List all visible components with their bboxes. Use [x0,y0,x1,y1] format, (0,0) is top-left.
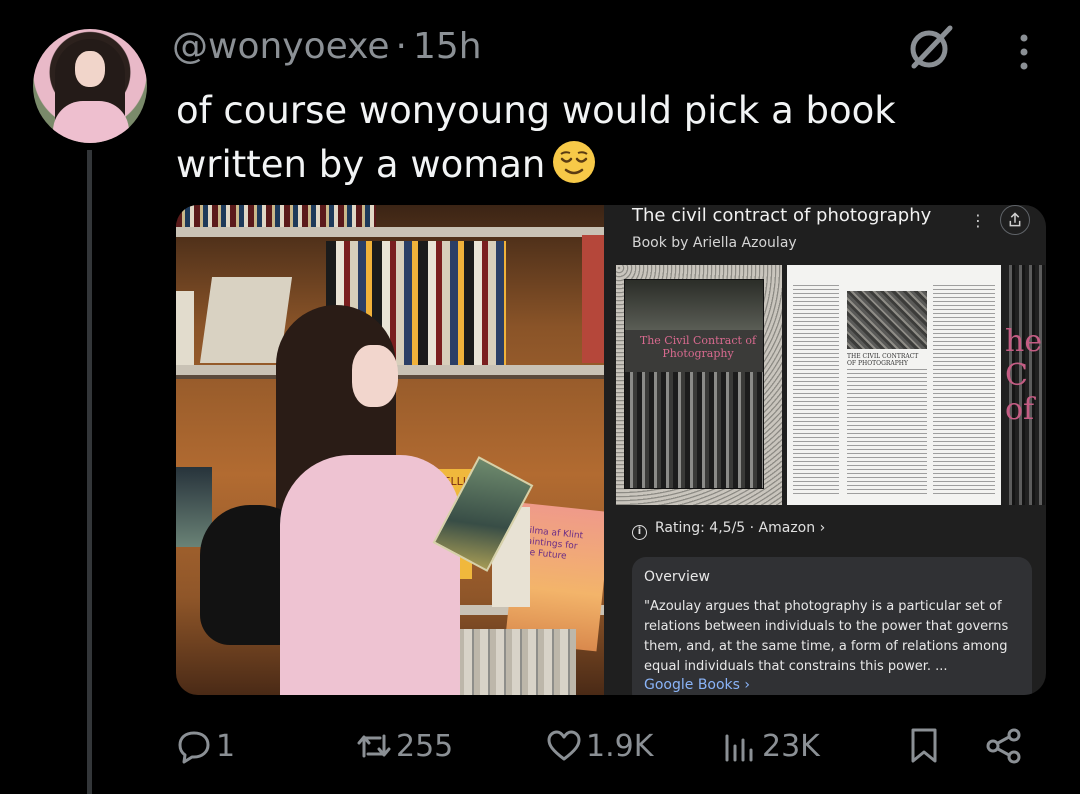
overview-text: "Azoulay argues that photography is a pa… [644,599,1009,674]
tweet-body: of course wonyoung would pick a book wri… [176,89,896,186]
book-label: Hilma af Klint Paintings for the Future [519,525,584,562]
avatar-face [75,51,105,87]
book-title[interactable]: The civil contract of photography [632,205,931,226]
overview-heading: Overview [644,569,710,585]
thread-line [87,150,92,794]
like-button[interactable]: 1.9K [546,722,653,770]
views-chart-icon [725,734,753,762]
cover-crowd [625,372,763,488]
bookstore-photo[interactable]: KOUNELLIS Hilma af Klint Paintings for t… [176,205,604,695]
reply-button[interactable]: 1 [176,722,235,770]
kp-menu-icon[interactable]: ⋮ [970,211,986,230]
tweet-actions: 1 255 1.9K 23K [176,722,1036,772]
pink-sweater [280,455,460,695]
more-options-icon[interactable] [1014,32,1034,72]
repost-icon [357,734,391,758]
tweet-text: of course wonyoung would pick a book wri… [176,84,996,192]
google-books-link[interactable]: Google Books › [644,677,750,693]
book-cover [176,291,194,365]
cover-title: The Civil Contract of Photography [639,334,757,360]
overview-card: Overview "Azoulay argues that photograph… [632,557,1032,695]
tweet-time[interactable]: 15h [413,26,482,67]
cover: The Civil Contract of Photography [624,279,764,489]
book-cover-image[interactable]: The Civil Contract of Photography [616,265,782,505]
rating-row[interactable]: i Rating: 4,5/5 · Amazon › [632,520,825,540]
heart-icon [547,730,581,761]
tweet-media[interactable]: KOUNELLIS Hilma af Klint Paintings for t… [176,205,1046,695]
book-page-image[interactable]: THE CIVIL CONTRACT OF PHOTOGRAPHY [787,265,1001,505]
google-knowledge-panel[interactable]: The civil contract of photography Book b… [604,205,1046,695]
user-handle[interactable]: @wonyoexe [172,26,389,67]
page-heading: THE CIVIL CONTRACT OF PHOTOGRAPHY [847,353,919,367]
share-icon[interactable] [1000,205,1030,235]
info-icon: i [632,525,647,540]
book-cover [582,235,604,363]
partial-cover-text: he C of [1005,324,1043,427]
page-text-column [933,285,995,495]
book-images[interactable]: The Civil Contract of Photography THE CI… [616,265,1046,505]
book-row [176,205,376,227]
page-text-column [847,369,927,495]
avatar-sweater [53,101,129,143]
like-count: 1.9K [586,728,654,764]
cover-landscape [625,280,763,330]
views-button[interactable]: 23K [722,722,820,770]
book-author: Book by Ariella Azoulay [632,235,797,251]
girl-face [352,345,398,407]
reply-count: 1 [216,728,236,764]
reply-icon [178,731,210,764]
relieved-face-emoji-icon [553,141,596,183]
rating-text: Rating: 4,5/5 · Amazon › [655,520,826,536]
bookmark-icon[interactable] [906,726,942,766]
share-network-icon[interactable] [984,726,1024,766]
header-separator: · [395,26,407,67]
page-photo [847,291,927,349]
repost-button[interactable]: 255 [356,722,453,770]
shelf [176,227,604,237]
grok-icon[interactable] [904,22,956,74]
page-text-column [793,285,839,495]
avatar[interactable] [33,29,147,143]
repost-count: 255 [396,728,454,764]
tweet-header: @wonyoexe · 15h [172,26,482,67]
view-count: 23K [762,728,820,764]
book-cover-partial-image[interactable]: he C of [1005,265,1046,505]
